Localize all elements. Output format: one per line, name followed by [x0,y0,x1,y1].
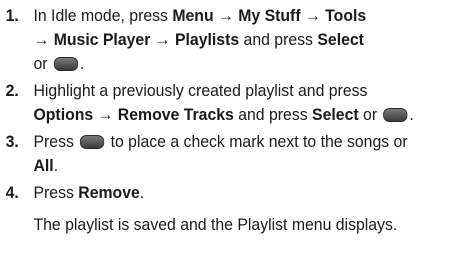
remove-label: Remove [78,183,140,202]
tools-label: Tools [325,6,367,25]
step-2: 2. Highlight a previously created playli… [6,79,463,127]
options-label: Options [33,105,94,124]
center-select-key-icon [80,135,105,149]
instruction-page: 1. In Idle mode, press Menu → My Stuff →… [0,0,470,270]
step-1: 1. In Idle mode, press Menu → My Stuff →… [6,4,463,76]
select-label: Select [317,30,364,49]
result-text: The playlist is saved and the Playlist m… [33,215,398,234]
step-number: 2. [5,81,19,100]
step-text: Press to place a check mark next to the … [33,132,408,175]
remove-tracks-label: Remove Tracks [117,105,234,124]
center-select-key-icon [53,57,78,71]
step-text: In Idle mode, press Menu → My Stuff → To… [33,6,367,73]
all-label: All [33,156,54,175]
center-select-key-icon [383,108,408,122]
step-number: 1. [5,6,19,25]
step-4: 4. Press Remove. [6,181,463,205]
step-text: Press Remove. [33,183,145,202]
my-stuff-label: My Stuff [238,6,301,25]
music-player-label: Music Player [53,30,151,49]
step-3: 3. Press to place a check mark next to t… [6,130,463,178]
select-label: Select [312,105,359,124]
playlists-label: Playlists [174,30,240,49]
step-number: 4. [5,183,19,202]
step-number: 3. [5,132,19,151]
step-text: Highlight a previously created playlist … [33,81,414,124]
menu-label: Menu [172,6,214,25]
